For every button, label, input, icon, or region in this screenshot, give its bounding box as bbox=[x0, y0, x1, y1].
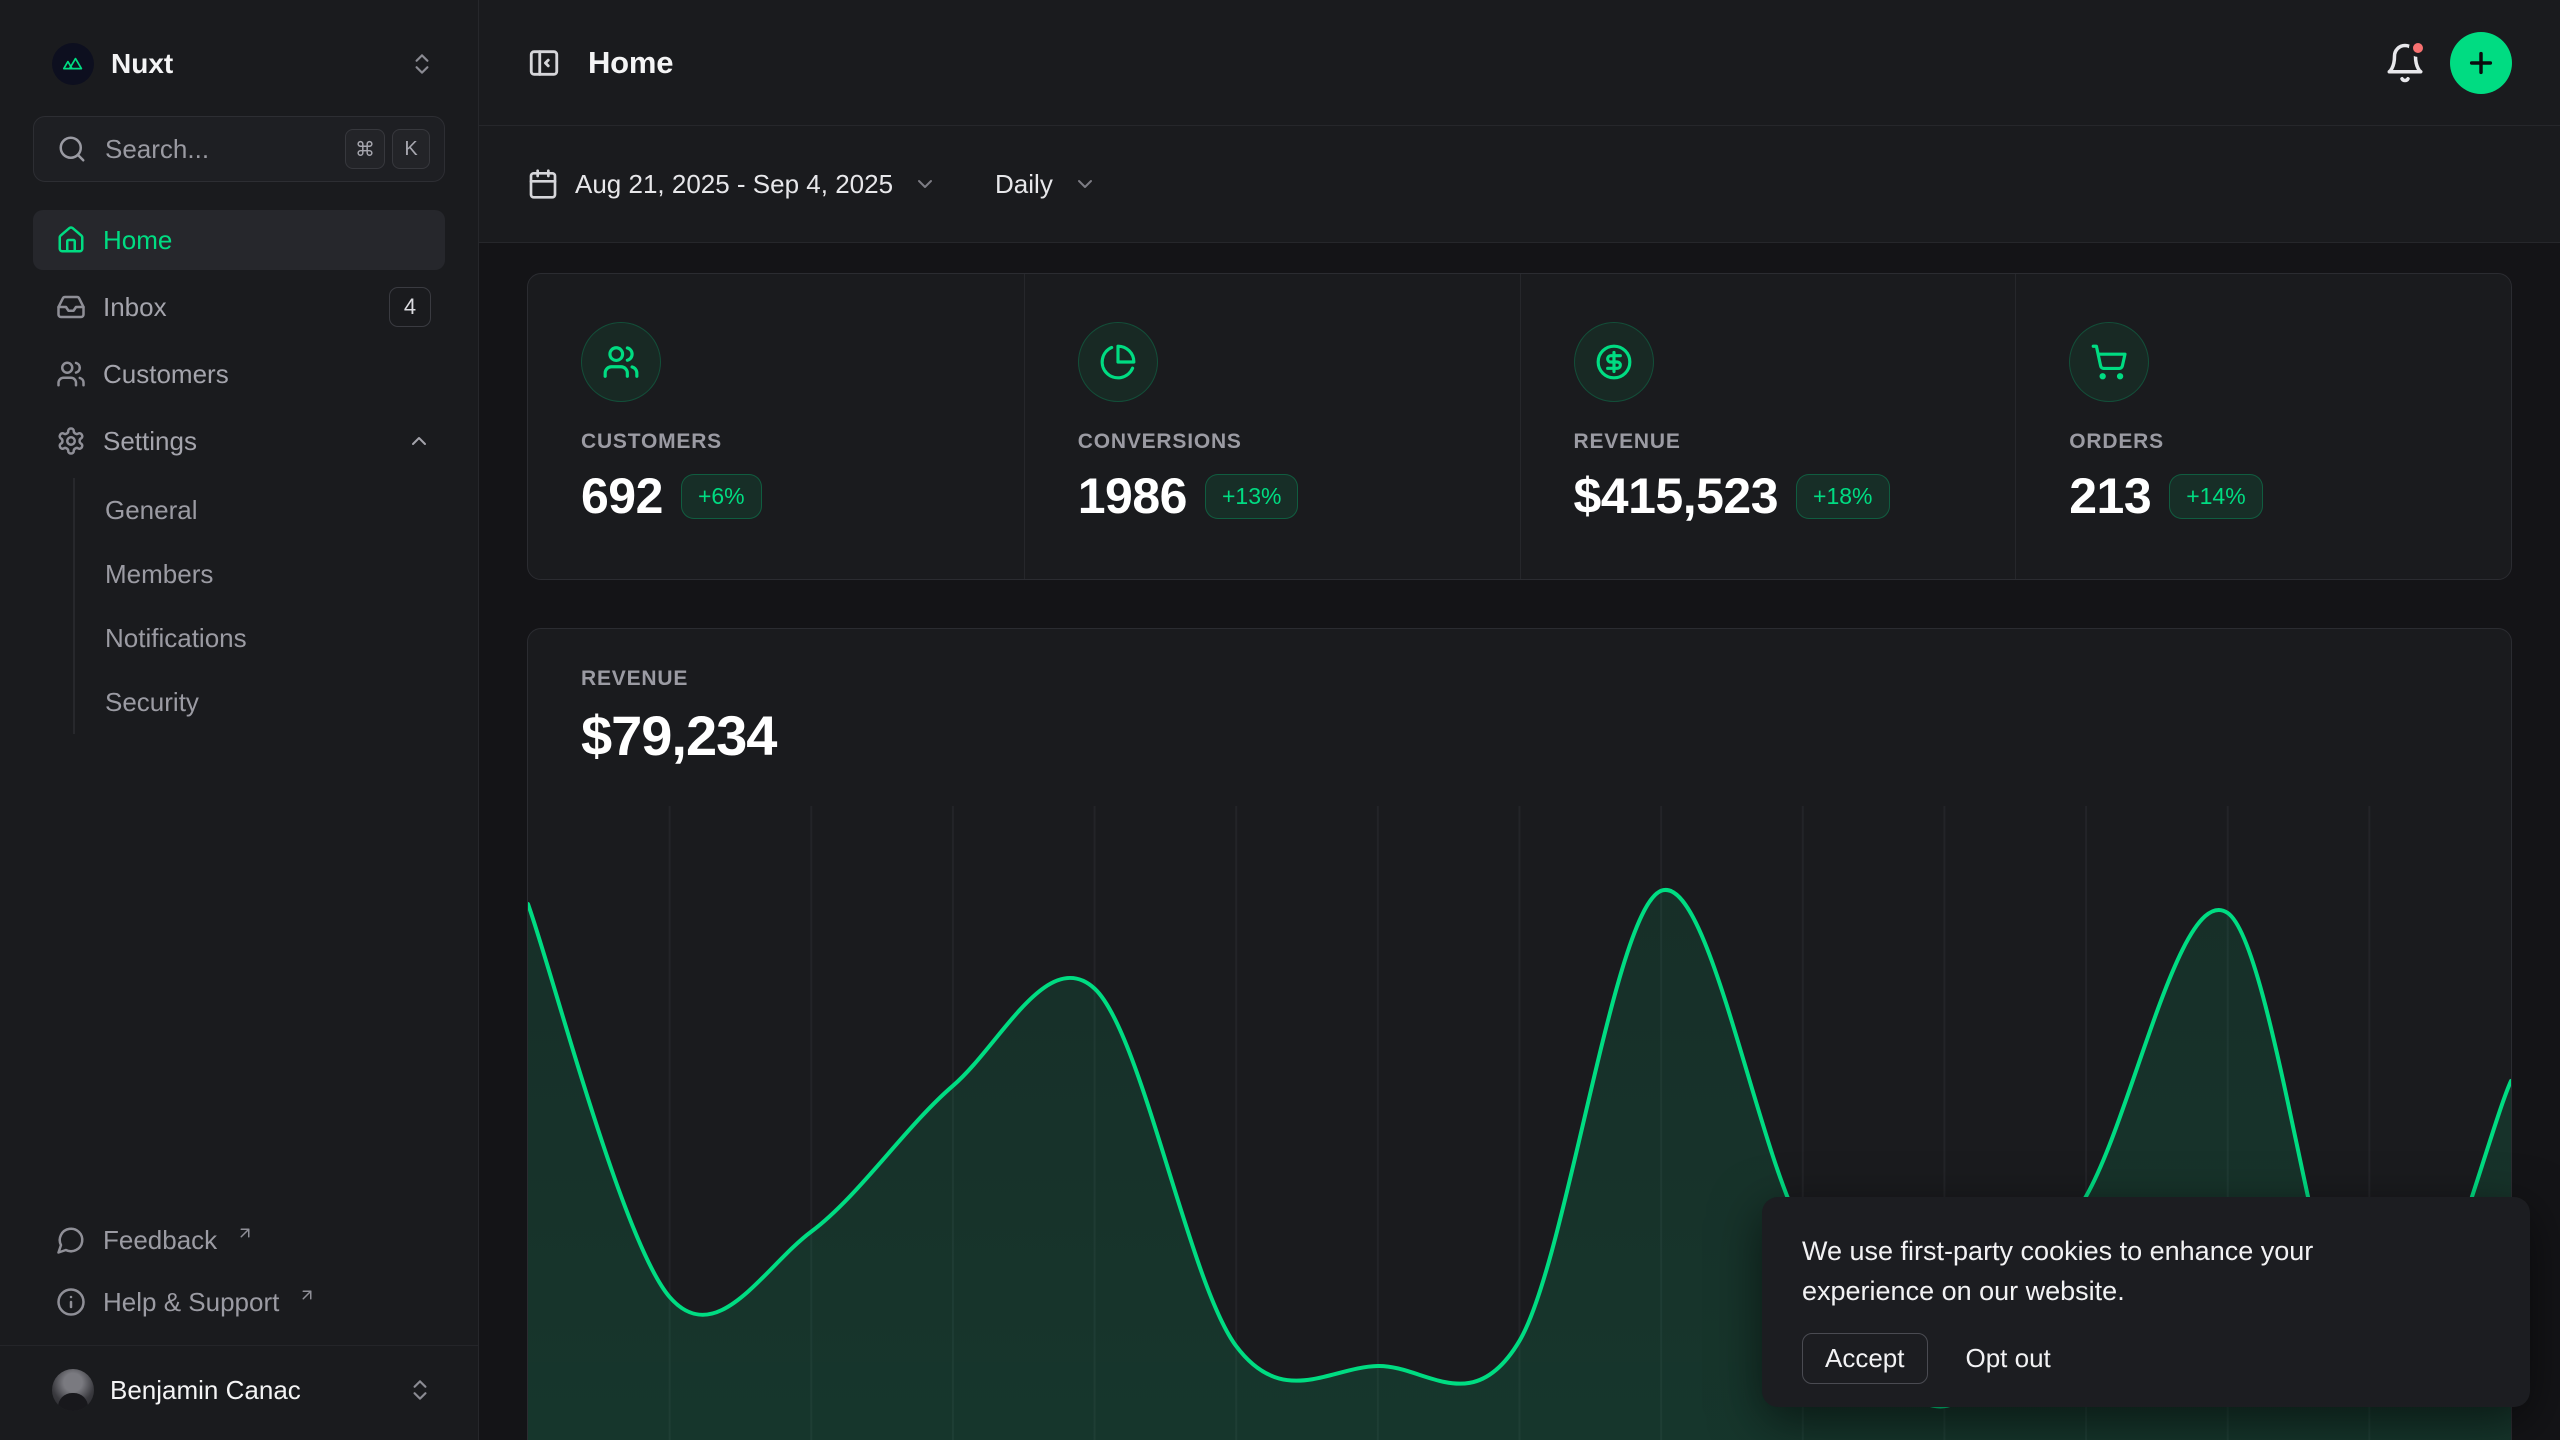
stat-value: 1986 bbox=[1078, 467, 1187, 525]
sidebar-item-home[interactable]: Home bbox=[33, 210, 445, 270]
cookie-banner: We use first-party cookies to enhance yo… bbox=[1762, 1197, 2530, 1407]
stat-label: CUSTOMERS bbox=[581, 430, 988, 454]
gear-icon bbox=[56, 426, 86, 456]
stat-label: ORDERS bbox=[2069, 430, 2475, 454]
accept-cookies-button[interactable]: Accept bbox=[1802, 1333, 1928, 1384]
external-link-icon bbox=[298, 1286, 316, 1304]
sidebar-item-label: Home bbox=[103, 225, 172, 256]
calendar-icon bbox=[527, 168, 559, 200]
search-icon bbox=[57, 134, 87, 164]
stats-card: CUSTOMERS 692 +6% CONVERSIONS 1986 +13% bbox=[527, 273, 2512, 580]
subnav-label: Notifications bbox=[105, 623, 247, 654]
stat-value: $415,523 bbox=[1574, 467, 1779, 525]
stat-delta-badge: +18% bbox=[1796, 474, 1889, 519]
user-menu[interactable]: Benjamin Canac bbox=[33, 1358, 445, 1422]
sidebar-divider bbox=[0, 1345, 478, 1346]
stat-orders[interactable]: ORDERS 213 +14% bbox=[2015, 274, 2511, 579]
subnav-label: General bbox=[105, 495, 198, 526]
sidebar-footer: Feedback Help & Support bbox=[33, 1209, 445, 1333]
chevrons-up-down-icon bbox=[407, 1377, 433, 1403]
help-support-link[interactable]: Help & Support bbox=[33, 1271, 445, 1333]
shopping-cart-icon bbox=[2069, 322, 2149, 402]
chevrons-up-down-icon bbox=[409, 51, 435, 77]
stat-revenue[interactable]: REVENUE $415,523 +18% bbox=[1520, 274, 2016, 579]
notification-dot bbox=[2409, 39, 2427, 57]
sidebar-item-members[interactable]: Members bbox=[105, 542, 445, 606]
house-icon bbox=[56, 225, 86, 255]
stat-conversions[interactable]: CONVERSIONS 1986 +13% bbox=[1024, 274, 1520, 579]
plus-icon bbox=[2465, 47, 2497, 79]
footer-link-label: Feedback bbox=[103, 1225, 217, 1256]
notifications-bell-button[interactable] bbox=[2384, 42, 2426, 84]
pie-chart-icon bbox=[1078, 322, 1158, 402]
stat-label: REVENUE bbox=[1574, 430, 1980, 454]
granularity-value: Daily bbox=[995, 169, 1053, 200]
subnav-label: Members bbox=[105, 559, 213, 590]
date-range-picker[interactable]: Aug 21, 2025 - Sep 4, 2025 bbox=[527, 168, 937, 200]
sidebar-item-label: Settings bbox=[103, 426, 197, 457]
stat-customers[interactable]: CUSTOMERS 692 +6% bbox=[528, 274, 1024, 579]
users-icon bbox=[56, 359, 86, 389]
sidebar-item-settings[interactable]: Settings bbox=[33, 411, 445, 471]
granularity-select[interactable]: Daily bbox=[995, 169, 1097, 200]
revenue-chart-label: REVENUE bbox=[581, 667, 2511, 691]
date-range-value: Aug 21, 2025 - Sep 4, 2025 bbox=[575, 169, 893, 200]
info-circle-icon bbox=[56, 1287, 86, 1317]
user-name: Benjamin Canac bbox=[110, 1375, 301, 1406]
sidebar-item-label: Inbox bbox=[103, 292, 167, 323]
filters-toolbar: Aug 21, 2025 - Sep 4, 2025 Daily bbox=[479, 126, 2560, 243]
inbox-count-badge: 4 bbox=[389, 287, 431, 327]
sidebar-item-notifications[interactable]: Notifications bbox=[105, 606, 445, 670]
message-circle-icon bbox=[56, 1225, 86, 1255]
chevron-up-icon bbox=[407, 429, 431, 453]
opt-out-button[interactable]: Opt out bbox=[1966, 1343, 2051, 1374]
chevron-down-icon bbox=[1073, 172, 1097, 196]
inbox-icon bbox=[56, 292, 86, 322]
chevron-down-icon bbox=[913, 172, 937, 196]
revenue-chart-value: $79,234 bbox=[581, 703, 2511, 768]
add-button[interactable] bbox=[2450, 32, 2512, 94]
page-header: Home bbox=[479, 0, 2560, 126]
workspace-switcher[interactable]: Nuxt bbox=[33, 28, 445, 100]
cookie-message: We use first-party cookies to enhance yo… bbox=[1802, 1231, 2422, 1311]
avatar bbox=[52, 1369, 94, 1411]
kbd-cmd: ⌘ bbox=[345, 129, 385, 169]
sidebar-item-label: Customers bbox=[103, 359, 229, 390]
users-icon bbox=[581, 322, 661, 402]
sidebar-item-inbox[interactable]: Inbox 4 bbox=[33, 277, 445, 337]
sidebar-nav: Home Inbox 4 Customers Settings bbox=[33, 210, 445, 734]
stat-value: 692 bbox=[581, 467, 663, 525]
stat-delta-badge: +6% bbox=[681, 474, 762, 519]
external-link-icon bbox=[236, 1224, 254, 1242]
feedback-link[interactable]: Feedback bbox=[33, 1209, 445, 1271]
stat-label: CONVERSIONS bbox=[1078, 430, 1484, 454]
nuxt-logo-icon bbox=[52, 43, 94, 85]
page-title: Home bbox=[588, 45, 673, 81]
sidebar-collapse-button[interactable] bbox=[527, 46, 561, 80]
sidebar: Nuxt Search... ⌘ K Home bbox=[0, 0, 479, 1440]
search-input[interactable]: Search... ⌘ K bbox=[33, 116, 445, 182]
search-placeholder: Search... bbox=[105, 134, 209, 165]
sidebar-item-customers[interactable]: Customers bbox=[33, 344, 445, 404]
stat-delta-badge: +14% bbox=[2169, 474, 2262, 519]
sidebar-item-general[interactable]: General bbox=[105, 478, 445, 542]
sidebar-item-security[interactable]: Security bbox=[105, 670, 445, 734]
stat-delta-badge: +13% bbox=[1205, 474, 1298, 519]
kbd-k: K bbox=[392, 129, 430, 169]
footer-link-label: Help & Support bbox=[103, 1287, 279, 1318]
settings-subnav: General Members Notifications Security bbox=[73, 478, 445, 734]
subnav-label: Security bbox=[105, 687, 199, 718]
stat-value: 213 bbox=[2069, 467, 2151, 525]
workspace-name: Nuxt bbox=[111, 48, 173, 80]
circle-dollar-icon bbox=[1574, 322, 1654, 402]
